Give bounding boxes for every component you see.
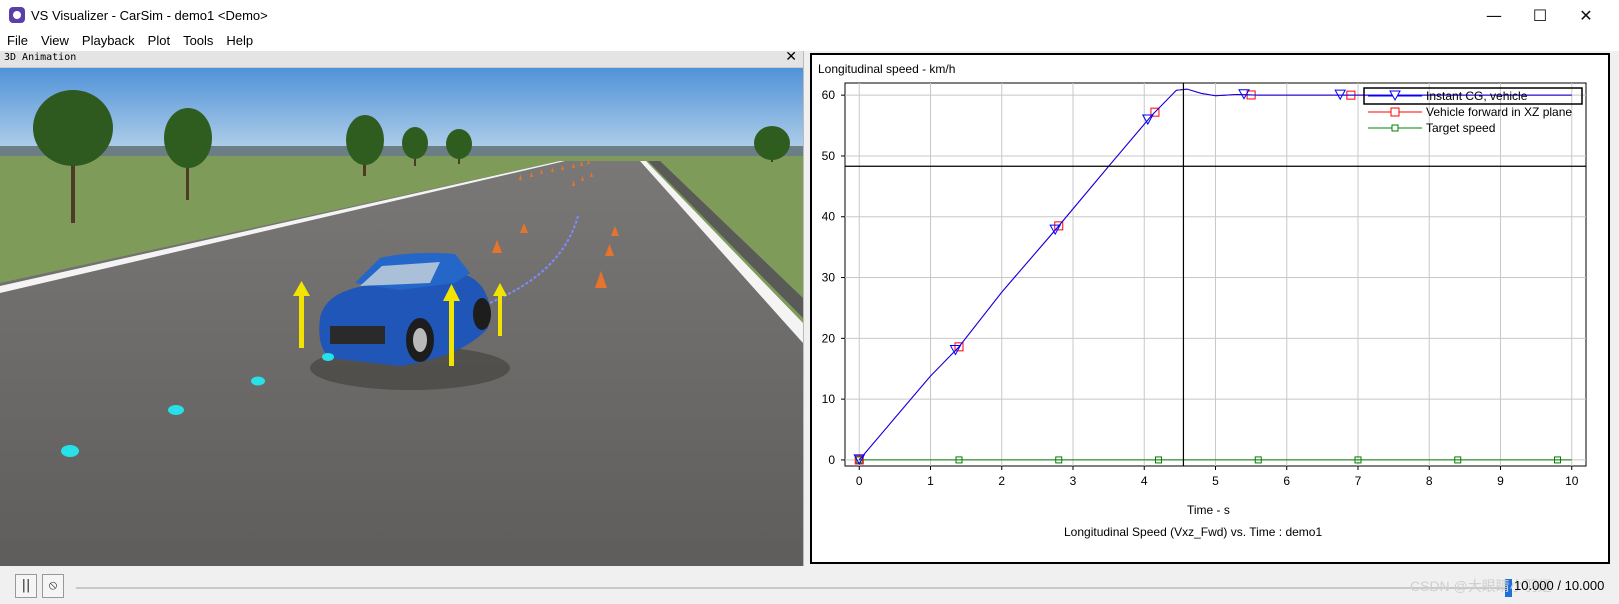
minimize-button[interactable]: — [1471,0,1517,31]
loop-toggle-icon[interactable]: ⦸ [42,574,64,598]
playback-bar: || ⦸ CSDN @大眼睛小羽翅 10.000 / 10.000 [0,570,1619,604]
animation-panel: 3D Animation ✕ [0,49,804,566]
menu-view[interactable]: View [34,31,75,51]
legend-swatch-marker [1390,107,1400,117]
y-tick-labels: 0 10 20 30 40 50 60 [822,88,845,467]
menu-playback[interactable]: Playback [75,31,141,51]
title-bar: VS Visualizer - CarSim - demo1 <Demo> — … [0,0,1619,31]
animation-panel-title: 3D Animation [4,52,77,63]
menu-bar: File View Playback Plot Tools Help [0,31,1619,51]
x-tick-label: 2 [998,474,1005,488]
legend-label: Target speed [1426,121,1495,135]
legend-label: Vehicle forward in XZ plane [1426,105,1572,119]
plot-panel: Longitudinal speed - km/h 0 1 2 3 4 5 6 7 8 9 10 0… [810,53,1610,564]
x-tick-label: 8 [1426,474,1433,488]
x-tick-label: 9 [1497,474,1504,488]
menu-plot[interactable]: Plot [141,31,176,51]
x-axis-label: Time - s [1187,503,1230,517]
y-tick-label: 0 [828,453,835,467]
y-tick-label: 10 [822,392,836,406]
animation-panel-header: 3D Animation ✕ [0,49,803,68]
window-title: VS Visualizer - CarSim - demo1 <Demo> [31,8,268,23]
x-tick-label: 10 [1565,474,1579,488]
y-tick-label: 60 [822,88,836,102]
speed-chart[interactable]: Longitudinal speed - km/h 0 1 2 3 4 5 6 7 8 9 10 0… [812,55,1608,562]
y-tick-label: 40 [822,210,836,224]
legend-label: Instant CG, vehicle [1426,89,1528,103]
y-tick-label: 20 [822,331,836,345]
x-tick-label: 5 [1212,474,1219,488]
chart-title: Longitudinal speed - km/h [818,62,955,76]
chart-caption: Longitudinal Speed (Vxz_Fwd) vs. Time : … [1064,525,1322,539]
legend-swatch-marker [1391,124,1399,132]
menu-tools[interactable]: Tools [176,31,219,51]
menu-help[interactable]: Help [219,31,259,51]
time-readout: 10.000 / 10.000 [1514,578,1605,593]
timeline-slider[interactable] [76,587,1506,589]
y-tick-label: 50 [822,149,836,163]
sky [0,68,803,156]
x-tick-label: 7 [1355,474,1362,488]
x-tick-label: 1 [927,474,934,488]
x-tick-labels: 0 1 2 3 4 5 6 7 8 9 10 [856,466,1579,488]
x-tick-label: 3 [1070,474,1077,488]
x-tick-label: 0 [856,474,863,488]
menu-file[interactable]: File [0,31,34,51]
animation-panel-close-icon[interactable]: ✕ [785,49,797,65]
pause-button[interactable]: || [15,574,37,598]
close-button[interactable]: ✕ [1563,0,1609,31]
x-tick-label: 4 [1141,474,1148,488]
maximize-button[interactable]: ☐ [1517,0,1563,31]
x-tick-label: 6 [1283,474,1290,488]
app-icon [9,7,25,23]
animation-viewport[interactable] [0,68,803,566]
y-tick-label: 30 [822,271,836,285]
